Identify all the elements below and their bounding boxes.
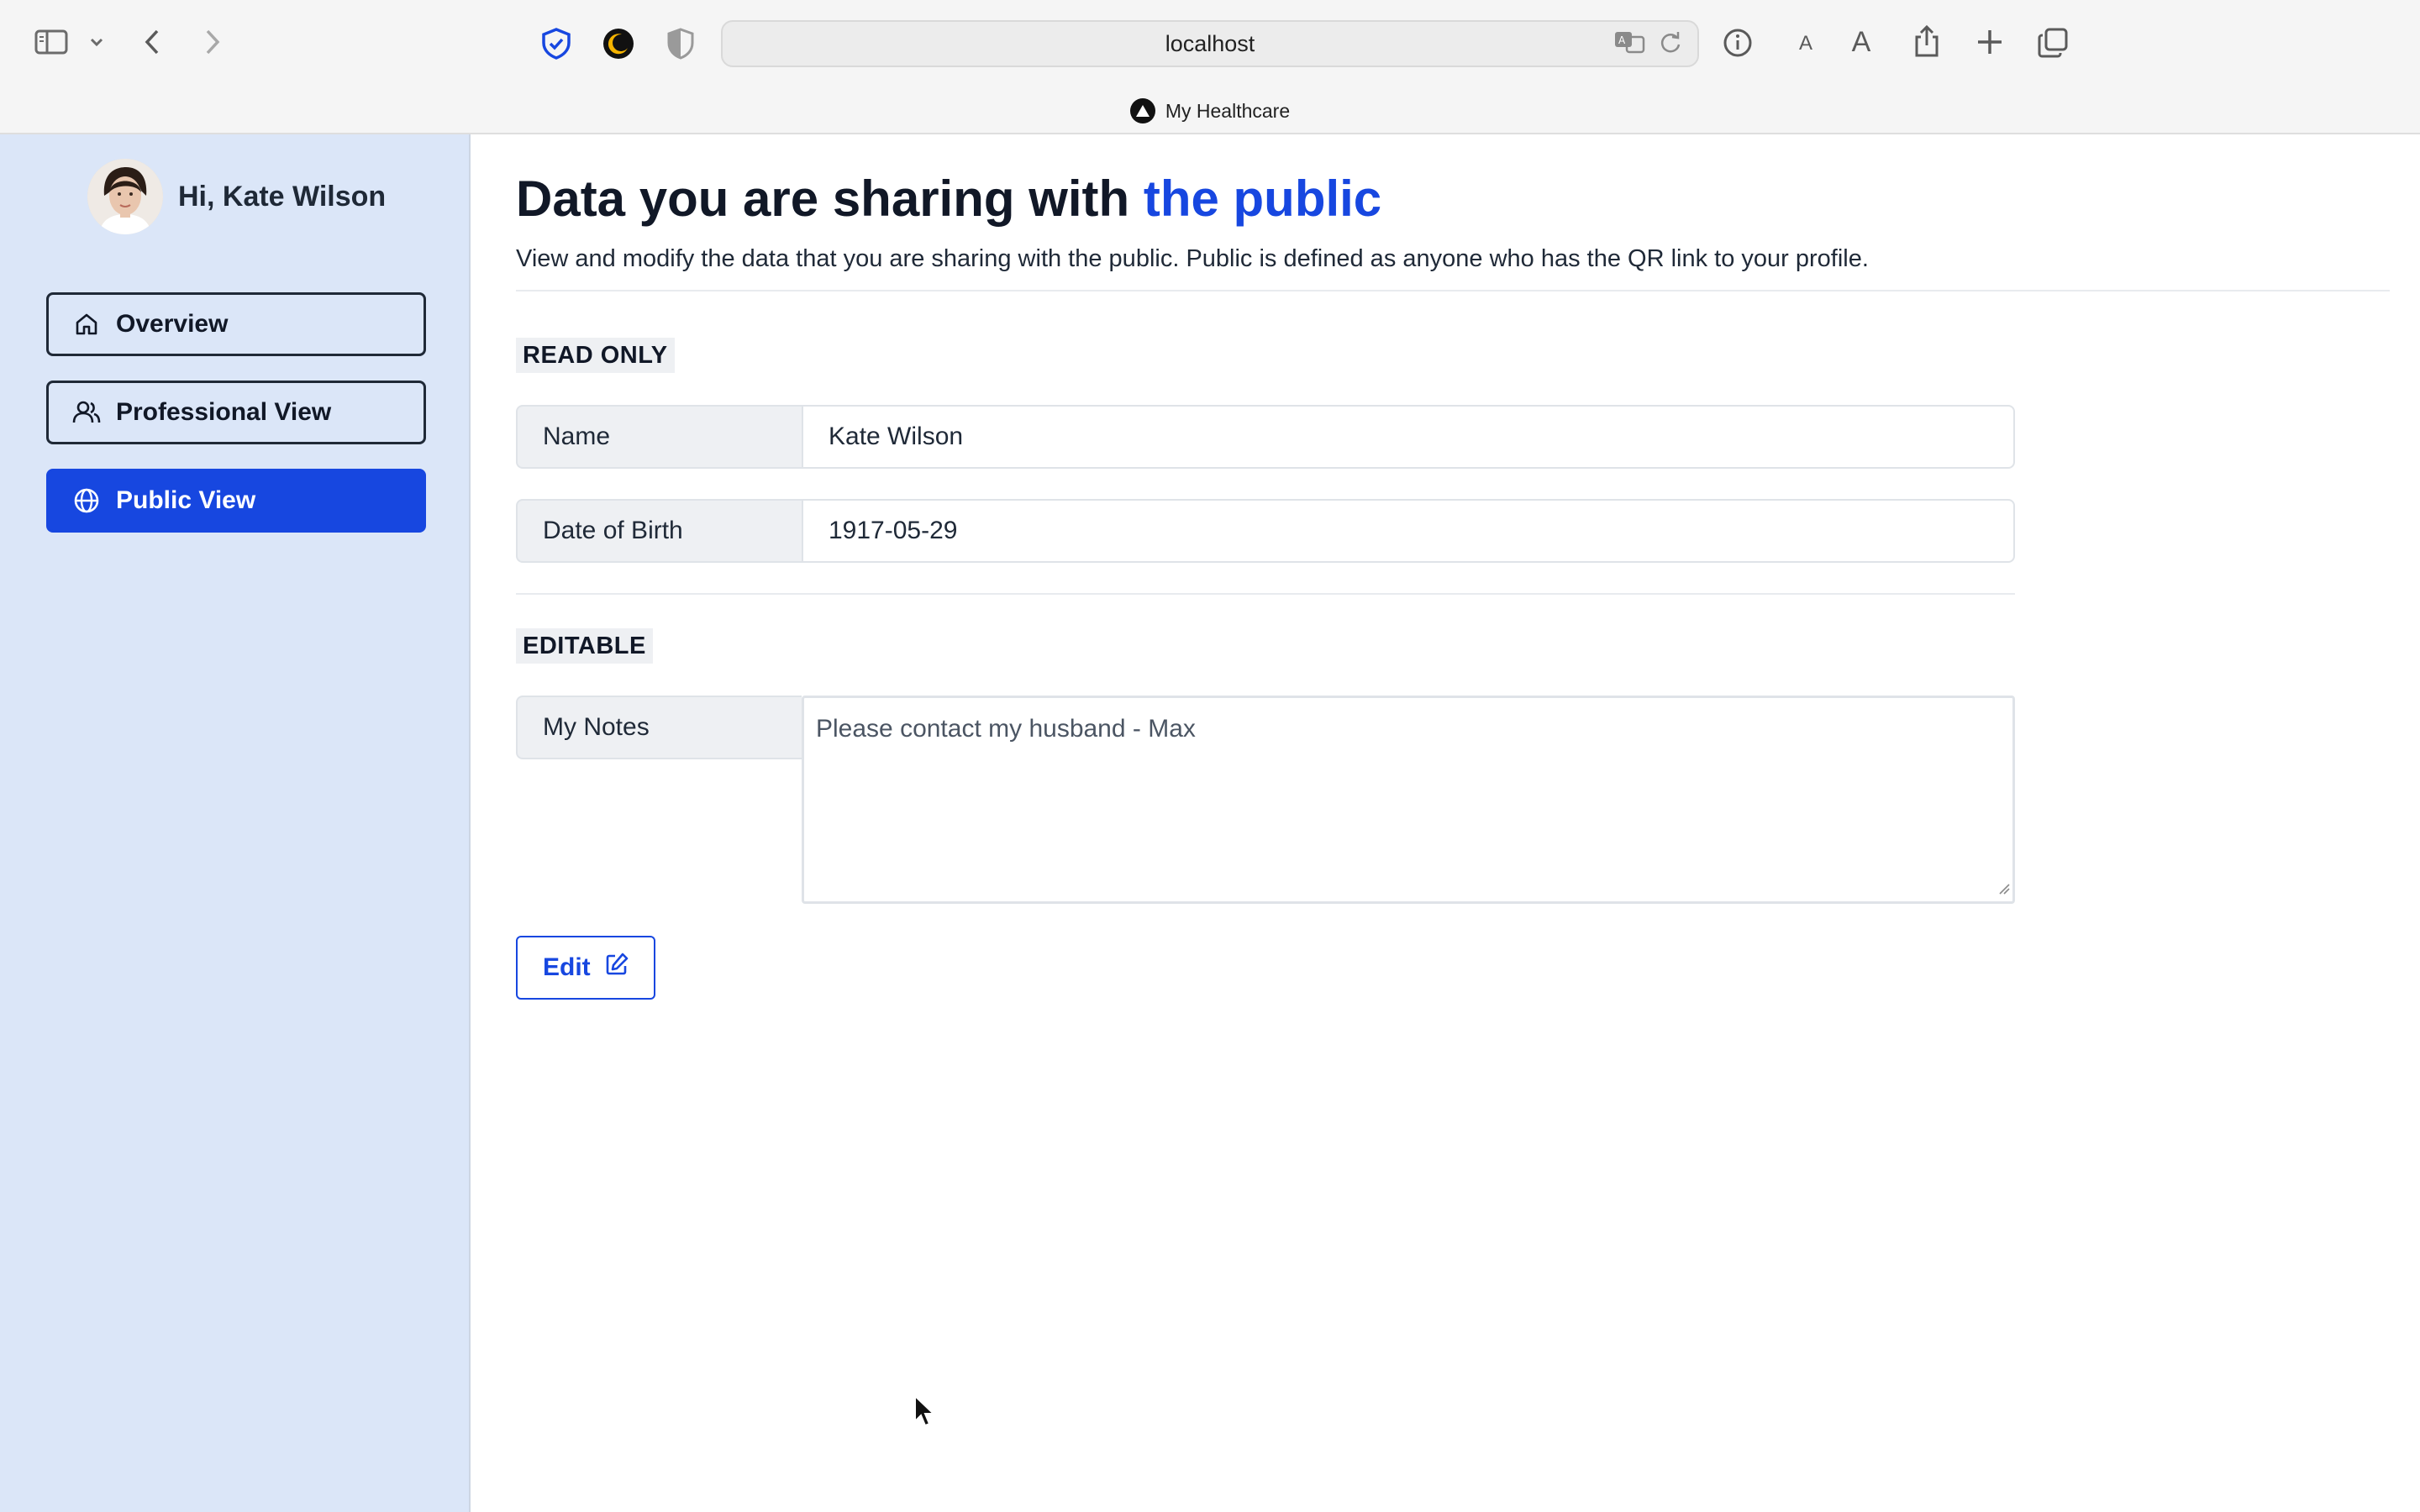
notes-textarea[interactable]: Please contact my husband - Max <box>802 696 2015 904</box>
share-icon[interactable] <box>1909 22 1944 60</box>
resize-grip-icon[interactable] <box>1998 883 2010 899</box>
home-icon <box>72 310 101 339</box>
field-date-of-birth: Date of Birth 1917-05-29 <box>516 499 2015 563</box>
info-icon[interactable] <box>1721 25 1754 60</box>
edit-button[interactable]: Edit <box>516 936 655 1000</box>
section-label-editable: EDITABLE <box>516 628 653 664</box>
sidebar-item-label: Professional View <box>116 398 332 426</box>
page-title-accent: the public <box>1143 171 1382 227</box>
sidebar-item-label: Public View <box>116 486 256 514</box>
sidebar-item-public-view[interactable]: Public View <box>46 469 426 533</box>
svg-text:A: A <box>1618 34 1626 46</box>
globe-icon <box>72 486 101 515</box>
app-logo-icon <box>1129 98 1155 123</box>
field-my-notes: My Notes Please contact my husband - Max <box>516 696 2015 904</box>
chevron-down-icon[interactable] <box>87 32 106 52</box>
page-title-prefix: Data you are sharing with <box>516 171 1144 227</box>
field-value: 1917-05-29 <box>802 499 2015 563</box>
translate-icon[interactable]: A <box>1613 29 1647 59</box>
section-label-read-only: READ ONLY <box>516 338 675 373</box>
sidebar-item-professional-view[interactable]: Professional View <box>46 381 426 444</box>
main-content: Data you are sharing with the public Vie… <box>471 134 2420 1512</box>
field-label: My Notes <box>516 696 802 759</box>
field-label: Name <box>516 405 802 469</box>
address-bar[interactable]: localhost A <box>721 20 1699 67</box>
divider <box>516 290 2390 291</box>
divider <box>516 593 2015 595</box>
page-title: Data you are sharing with the public <box>516 170 1381 228</box>
sidebar-item-overview[interactable]: Overview <box>46 292 426 356</box>
edit-icon <box>604 952 629 984</box>
edit-button-label: Edit <box>543 953 591 981</box>
back-arrow-icon[interactable] <box>139 25 165 59</box>
reload-icon[interactable] <box>1659 29 1682 59</box>
dark-mode-icon[interactable] <box>600 25 637 62</box>
field-label: Date of Birth <box>516 499 802 563</box>
sidebar-toggle-icon[interactable] <box>34 27 69 57</box>
new-tab-icon[interactable] <box>1973 25 2007 59</box>
content-blocker-icon[interactable] <box>662 25 699 62</box>
avatar[interactable] <box>87 159 163 234</box>
forward-arrow-icon[interactable] <box>200 25 225 59</box>
mouse-cursor-icon <box>913 1394 936 1432</box>
user-greeting: Hi, Kate Wilson <box>178 180 387 213</box>
field-value: Kate Wilson <box>802 405 2015 469</box>
text-smaller-icon[interactable]: A <box>1793 27 1818 60</box>
users-icon <box>72 398 101 427</box>
text-larger-icon[interactable]: A <box>1847 24 1876 60</box>
sidebar-item-label: Overview <box>116 310 229 338</box>
privacy-shield-icon[interactable] <box>538 25 575 62</box>
tab-title: My Healthcare <box>1165 99 1291 122</box>
page-subtitle: View and modify the data that you are sh… <box>516 245 1869 272</box>
url-text: localhost <box>1165 30 1255 56</box>
sidebar: Hi, Kate Wilson Overview Professional Vi… <box>0 134 471 1512</box>
tab-overview-icon[interactable] <box>2035 25 2070 60</box>
active-tab[interactable]: My Healthcare <box>0 94 2420 128</box>
user-block: Hi, Kate Wilson <box>87 158 386 235</box>
field-name: Name Kate Wilson <box>516 405 2015 469</box>
browser-toolbar: localhost A A A My Healthcare <box>0 0 2420 134</box>
